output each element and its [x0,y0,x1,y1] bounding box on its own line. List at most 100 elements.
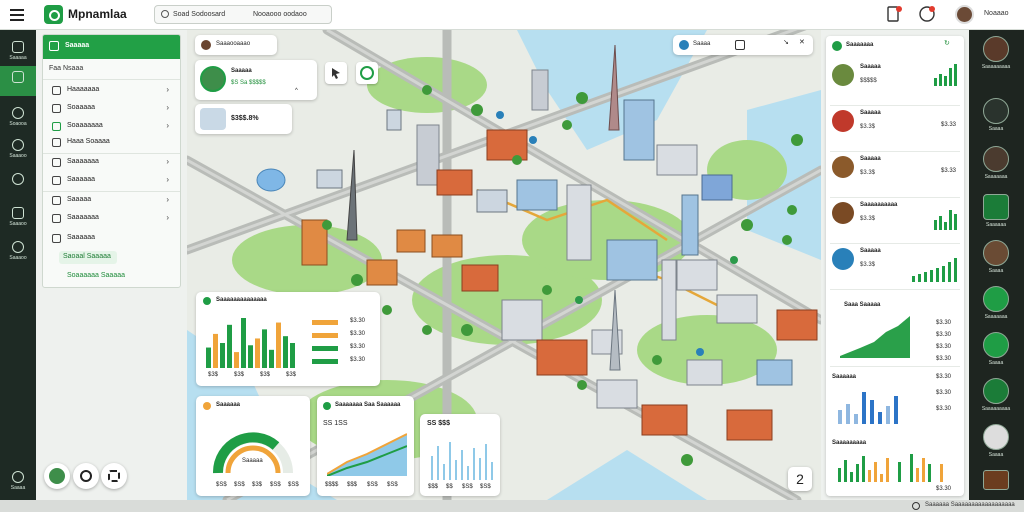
panel-icon [49,41,59,51]
far-rail-item[interactable]: Saaaaaaaaa [981,36,1011,70]
far-rail-item[interactable]: Saaaaaa [981,194,1011,228]
far-rail-item[interactable]: Saaaa [981,98,1011,132]
far-rail-item[interactable]: Saaaaaaa [981,286,1011,320]
close-icon[interactable]: ✕ [799,38,805,46]
side-item-1[interactable]: Haaaaaaa › [49,83,175,100]
stat-title: Saaaaa [860,156,881,162]
refresh-icon [80,470,92,482]
stat-row[interactable]: Saaaaa $$$$$ [830,60,960,106]
avatar-button[interactable] [44,463,70,489]
area-value: $3.30 [936,356,952,362]
side-item-3[interactable]: Soaaaaaaa › [49,119,175,136]
bar-row-value: $3.30 [350,357,366,363]
far-rail-item[interactable]: Saaaaaaaaa [981,378,1011,412]
user-avatar [200,66,226,92]
user-avatar[interactable] [955,5,974,24]
rail-item-notifications[interactable]: Soaooa [0,102,36,132]
expand-icon[interactable]: ↘ [783,38,789,46]
side-item-5[interactable]: Saaaaaaa › [49,155,175,172]
side-item-label: Soaaaaa [67,104,96,111]
line-footer: $S$ [480,484,491,490]
bookmark-icon[interactable] [885,5,903,23]
grid-icon [12,71,24,83]
area-value: $3.30 [936,320,952,326]
area-card[interactable]: Saaaaaaa Saa Saaaaaa SS 1SS $$$$ $$$ $S$… [317,396,414,496]
side-item-9[interactable]: Saaaaaa [49,231,175,248]
avatar [983,424,1009,450]
mini-bar-chart [912,258,957,282]
stat-row[interactable]: Saaaaaaaaaa $3.3$ [830,198,960,244]
refresh-icon[interactable]: ↻ [944,39,950,47]
side-item-8[interactable]: Saaaaaaa › [49,211,175,228]
far-rail-item[interactable]: Saaaa [981,424,1011,458]
rail-item-map[interactable]: Saaaaa [0,36,36,66]
stat-avatar [832,202,854,224]
stat-row[interactable]: Saaaaa $3.3$ $3.33 [830,152,960,198]
stat-row[interactable]: Saaaaa $3.3$ $3.33 [830,106,960,152]
rail-item-messages[interactable]: Saaaoo [0,236,36,266]
bar-stats-card[interactable]: Saaaaaaaaaaaaaa $3$ $3$ $3$ $3$ $3.30 $3… [196,292,380,386]
gauge-footer: $S$ [234,482,245,488]
map-tool-button[interactable] [356,62,378,84]
rail-item-circle[interactable] [0,168,36,198]
mini-bar-chart [934,64,957,86]
rail-item-charts[interactable]: Saaaoo [0,202,36,232]
rail-item-grid[interactable] [0,66,36,96]
stat-value: $3.3$ [860,170,876,176]
mini-bar-chart [934,210,957,230]
rail-label: Saaaaa [9,55,27,61]
far-rail-item[interactable]: Saaaa [981,240,1011,274]
menu-icon[interactable] [10,7,24,21]
bar [290,343,295,368]
rail-item-settings[interactable]: Saaaa [0,466,36,496]
far-rail-label: Saaaaaaa [984,174,1008,180]
message-icon [12,241,24,253]
bar-x-label: $3$ [260,372,271,378]
side-item-label: Saaaaaaa [67,158,99,165]
grid-icon [52,104,61,113]
line-card[interactable]: SS $$$ $$$ $$ $S$ $S$ [420,414,500,496]
stat-row[interactable]: Saaaaa $3.3$ [830,244,960,290]
app-title: Mpnamlaa [68,7,127,21]
user-label[interactable]: Noaaao [984,10,1009,17]
side-item-6[interactable]: Saaaaaa › [49,173,175,190]
side-item-2[interactable]: Soaaaaa › [49,101,175,118]
side-action-button[interactable]: Saoaal Saaaaa [59,251,117,264]
info-icon[interactable] [679,40,689,50]
right-bar-chart-2 [838,454,943,482]
gauge-card[interactable]: Saaaaaa Saaaaa $S$ $S$ $3$ $S$ $S$ [196,396,310,496]
rail-label: Saaaa [10,485,26,491]
chevron-up-icon[interactable]: ^ [295,88,298,94]
far-rail-label: Saaaa [988,452,1004,458]
layers-icon[interactable] [735,40,745,50]
side-panel-header[interactable]: Saaaaa [43,35,180,59]
map-tool-button[interactable] [325,62,347,84]
side-link[interactable]: Soaaaaaa Saaaaa [67,272,125,279]
side-panel-title: Saaaaa [65,42,90,49]
side-panel-subtitle: Faa Nsaaa [49,65,84,72]
side-item-7[interactable]: Saaaaa › [49,193,175,210]
side-item-4[interactable]: Haaa Soaaaa [49,135,175,152]
far-rail-item[interactable] [981,470,1011,490]
rail-item-chat[interactable]: Saaaoo [0,134,36,164]
settings-button[interactable] [101,463,127,489]
chart-icon [12,207,24,219]
chart-icon [983,194,1009,220]
search-icon [161,10,169,18]
area-footer: $$$ [347,482,358,488]
user-stat-card-2[interactable]: $3$$.8% [195,104,292,134]
far-rail-item[interactable]: Saaaaaaa [981,146,1011,180]
device-icon [200,108,226,130]
rail-label: Saaaoo [9,153,27,159]
search-input[interactable]: Soad Sodoosard Nooaooo oodaoo [154,5,332,24]
user-stat-card[interactable]: Saaaaa $S Sa $$$$$ ^ [195,60,317,100]
cursor-icon [332,68,340,79]
map-location-pill[interactable]: Saaaooaaao [195,35,277,55]
help-button[interactable]: 2 [788,467,812,491]
side-item-label: Haaa Soaaaa [67,138,110,145]
location-avatar [201,40,211,50]
box-icon [52,234,61,243]
refresh-button[interactable] [73,463,99,489]
notification-icon[interactable] [918,5,936,23]
far-rail-item[interactable]: Saaaa [981,332,1011,366]
